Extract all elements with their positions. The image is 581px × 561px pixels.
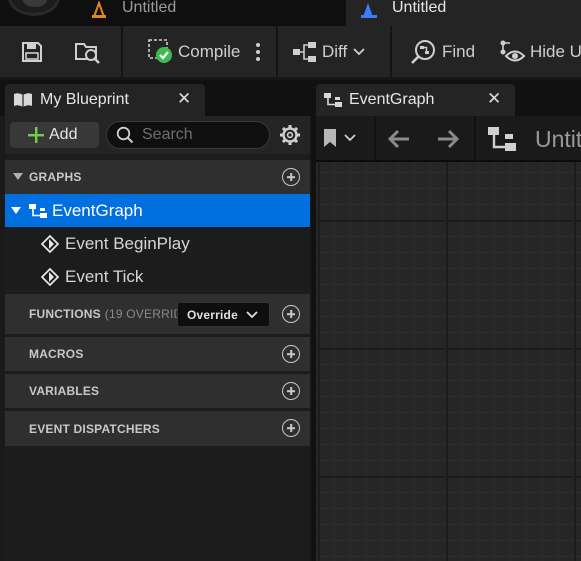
collapse-arrow-icon [11, 206, 21, 214]
unreal-logo-icon[interactable] [8, 0, 60, 16]
add-search-row: Add [5, 116, 310, 154]
add-variable-icon[interactable] [282, 382, 300, 400]
compile-icon [148, 39, 172, 63]
add-event-dispatcher-icon[interactable] [282, 419, 300, 437]
gear-icon[interactable] [279, 124, 301, 146]
search-icon [116, 126, 134, 144]
hide-unrelated-button[interactable]: Hide U [498, 26, 581, 78]
diff-icon [293, 42, 316, 62]
toolbar-separator [474, 116, 476, 162]
compile-label: Compile [178, 42, 241, 61]
find-icon [411, 40, 435, 64]
search-box[interactable] [106, 121, 270, 149]
document-tab-blueprint[interactable]: Untitled [346, 0, 581, 26]
close-icon[interactable]: ✕ [487, 89, 501, 109]
graph-canvas[interactable] [316, 162, 581, 561]
event-graph-panel: EventGraph ✕ Untit [311, 80, 581, 561]
section-functions[interactable]: FUNCTIONS (19 OVERRIDA Override [5, 294, 310, 334]
chevron-down-icon [353, 48, 365, 56]
toolbar-separator [390, 26, 392, 78]
section-event-dispatchers[interactable]: EVENT DISPATCHERS [5, 411, 310, 446]
add-button[interactable]: Add [10, 122, 99, 148]
tree-item-label: Event BeginPlay [65, 233, 190, 253]
section-functions-label: FUNCTIONS [29, 307, 101, 321]
tree-item-event-beginplay[interactable]: Event BeginPlay [5, 227, 310, 260]
section-macros-label: MACROS [29, 347, 84, 361]
more-options-icon [256, 43, 260, 61]
tree-item-eventgraph[interactable]: EventGraph [5, 194, 310, 227]
browse-button[interactable] [74, 26, 102, 78]
bookmark-button[interactable] [322, 128, 356, 148]
save-button[interactable] [20, 26, 44, 78]
tree-item-label: EventGraph [52, 200, 143, 220]
browse-icon [75, 43, 100, 64]
book-icon [14, 93, 32, 107]
section-variables[interactable]: VARIABLES [5, 374, 310, 408]
event-icon [41, 234, 59, 253]
override-label: Override [187, 307, 238, 322]
document-tab-level[interactable]: Untitled [90, 0, 345, 26]
diff-label: Diff [322, 42, 348, 61]
section-graphs[interactable]: GRAPHS [5, 160, 310, 194]
graph-breadcrumb[interactable]: Untit [535, 126, 581, 153]
blueprint-icon [360, 1, 378, 19]
search-input[interactable] [142, 126, 262, 144]
diff-button[interactable]: Diff [292, 26, 365, 78]
my-blueprint-tab-label: My Blueprint [40, 91, 129, 108]
document-tab-strip: Untitled Untitled [0, 0, 581, 26]
hide-unrelated-icon [500, 40, 526, 62]
eventgraph-tab-label: EventGraph [349, 91, 435, 108]
document-tab-level-label: Untitled [122, 0, 177, 16]
toolbar-separator [374, 116, 376, 162]
document-tab-blueprint-label: Untitled [392, 0, 447, 16]
find-button[interactable]: Find [410, 26, 475, 78]
add-macro-icon[interactable] [282, 345, 300, 363]
my-blueprint-body: Add GRA [5, 116, 310, 561]
tab-my-blueprint[interactable]: My Blueprint ✕ [5, 84, 205, 116]
close-icon[interactable]: ✕ [177, 89, 191, 109]
my-blueprint-panel: My Blueprint ✕ Add Search GRAPHS EventGr… [0, 80, 311, 561]
main-toolbar: Compile Diff Find Hide U [0, 26, 581, 78]
plus-icon [28, 127, 44, 143]
level-icon [90, 0, 108, 19]
back-arrow-icon[interactable] [387, 129, 411, 149]
compile-button[interactable]: Compile [147, 26, 240, 78]
tree-item-label: Event Tick [65, 266, 144, 286]
toolbar-separator [121, 26, 123, 78]
section-macros[interactable]: MACROS [5, 337, 310, 371]
forward-arrow-icon[interactable] [436, 129, 460, 149]
event-icon [41, 267, 59, 286]
save-icon [22, 42, 42, 62]
add-graph-icon[interactable] [282, 168, 300, 186]
section-event-dispatchers-label: EVENT DISPATCHERS [29, 421, 160, 436]
override-dropdown[interactable]: Override [177, 302, 270, 327]
bookmark-icon [324, 129, 336, 147]
graph-toolbar: Untit [316, 116, 581, 162]
graph-icon [29, 203, 47, 218]
chevron-down-icon [344, 134, 356, 142]
graph-icon [324, 93, 342, 107]
collapse-arrow-icon [13, 173, 23, 180]
tab-eventgraph[interactable]: EventGraph ✕ [316, 84, 515, 116]
my-blueprint-tab-bar: My Blueprint ✕ [0, 80, 311, 116]
chevron-down-icon [246, 310, 258, 318]
section-graphs-label: GRAPHS [29, 170, 82, 184]
add-label: Add [49, 126, 78, 143]
graph-icon [488, 127, 516, 151]
add-function-icon[interactable] [282, 305, 300, 323]
section-variables-label: VARIABLES [29, 384, 100, 398]
compile-options-button[interactable] [254, 26, 262, 78]
tree-item-event-tick[interactable]: Event Tick [5, 260, 310, 293]
toolbar-separator [276, 26, 278, 78]
find-label: Find [442, 42, 476, 61]
hide-unrelated-label: Hide U [530, 42, 581, 61]
